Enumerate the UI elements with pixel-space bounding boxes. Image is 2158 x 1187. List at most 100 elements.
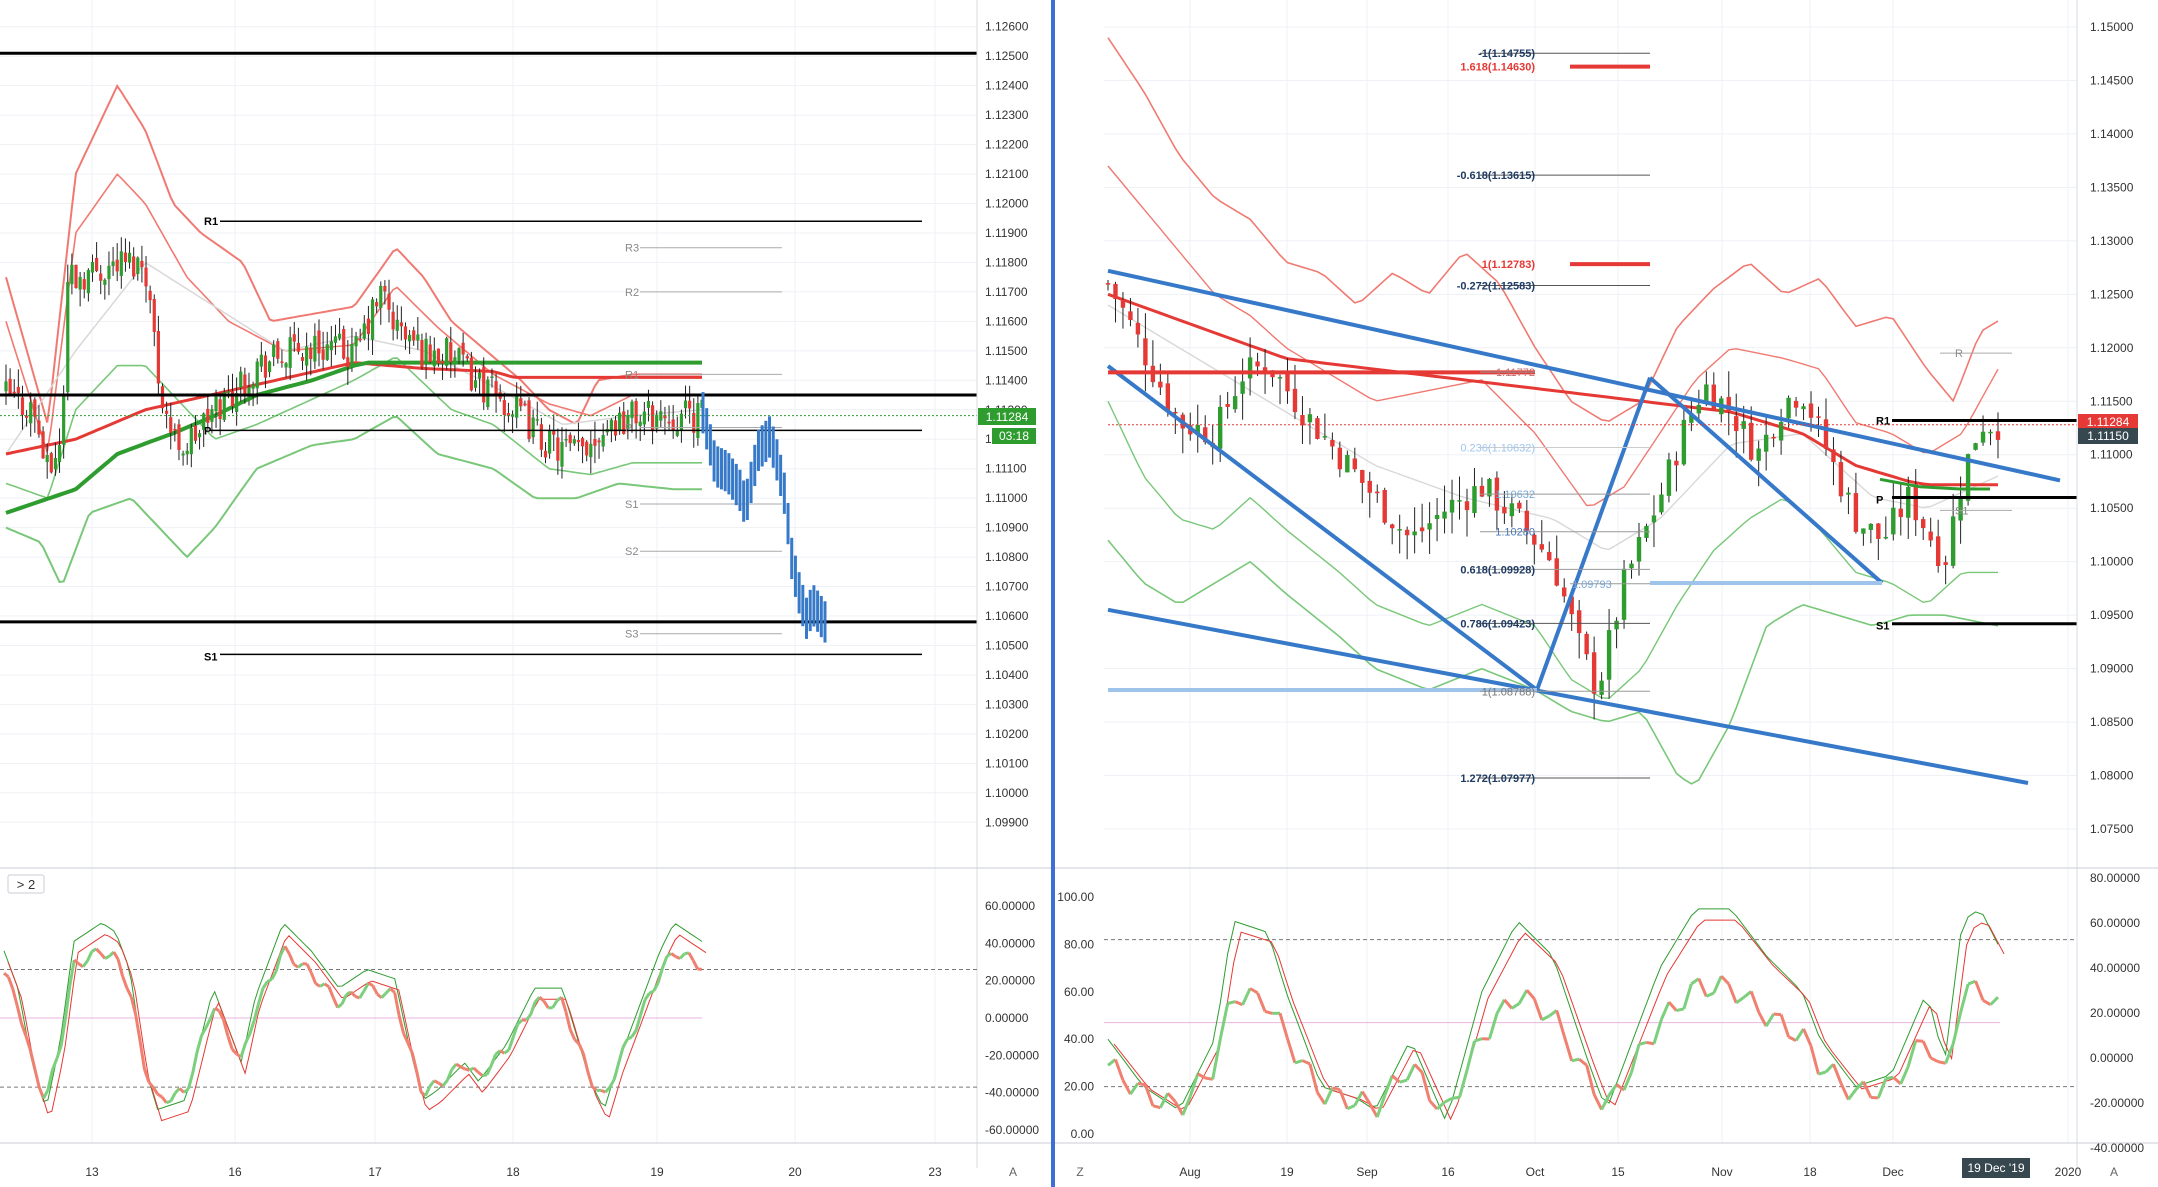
candle-body — [391, 311, 395, 330]
candle-body — [185, 450, 189, 455]
fib-label: 0.618(1.09928) — [1460, 564, 1535, 576]
candle-body — [440, 360, 445, 364]
price-tick: 1.11600 — [985, 314, 1028, 328]
candle-body — [362, 323, 366, 339]
candle-body — [461, 342, 465, 355]
price-tick: 1.10300 — [985, 697, 1029, 711]
candle-body — [127, 252, 132, 263]
price-tick: 1.08000 — [2090, 769, 2134, 783]
candle-body — [276, 341, 280, 359]
candle-body — [95, 257, 99, 272]
candle-body — [1756, 448, 1761, 461]
pivot-label: S3 — [625, 629, 638, 641]
osc-histogram-line — [1676, 1007, 1685, 1013]
candle-body — [90, 261, 95, 273]
candle-body — [1614, 620, 1619, 630]
candle-body — [107, 265, 111, 280]
right-axis-mode-button[interactable]: A — [2110, 1165, 2118, 1179]
left-axis-mode-button[interactable]: A — [1009, 1165, 1017, 1179]
candle-body — [1419, 527, 1425, 532]
candle-body — [1404, 529, 1410, 536]
candle-body — [1464, 501, 1470, 511]
osc-histogram-line — [433, 1079, 440, 1085]
price-tick: 1.10900 — [985, 521, 1029, 535]
osc-tick: 20.00000 — [985, 974, 1035, 988]
osc-tick: -40.00000 — [985, 1086, 1039, 1100]
candle-body — [399, 322, 403, 327]
right-axis-z-button[interactable]: Z — [1076, 1165, 1083, 1179]
osc-right-tick: -20.00000 — [2090, 1096, 2144, 1110]
candle-body — [1128, 311, 1133, 320]
candle-body — [1277, 377, 1283, 379]
candle-body — [1838, 462, 1844, 497]
fib-label: 0.786(1.09423) — [1460, 618, 1535, 630]
candle-body — [1861, 528, 1866, 534]
candle-body — [543, 450, 548, 458]
candle-body — [576, 440, 581, 443]
candle-body — [1576, 610, 1582, 634]
candle-body — [1517, 502, 1522, 509]
candle-body — [428, 344, 432, 363]
time-tick: 19 — [650, 1165, 664, 1179]
candle-body — [1120, 299, 1126, 308]
panel-separator[interactable] — [1051, 0, 1055, 1187]
candle-body — [1636, 537, 1642, 562]
right-price-tag-red-text: 1.11284 — [2087, 415, 2130, 429]
price-tick: 1.12400 — [985, 79, 1029, 93]
candle-body — [1995, 431, 2001, 440]
candle-body — [1823, 419, 1829, 449]
candle-body — [29, 402, 33, 424]
time-tick: 18 — [506, 1165, 520, 1179]
candle-body — [535, 419, 539, 421]
osc-right-tick: 80.00000 — [2090, 871, 2140, 885]
candle-body — [667, 421, 671, 424]
price-tick: 1.12200 — [985, 138, 1029, 152]
osc-histogram-line — [266, 977, 273, 983]
osc-tick: -60.00000 — [985, 1123, 1039, 1137]
candle-body — [1158, 381, 1163, 388]
fib-label: 1.272(1.07977) — [1460, 773, 1535, 785]
candle-body — [1509, 503, 1515, 517]
candle-body — [688, 400, 692, 409]
osc-left-tick: 0.00 — [1071, 1127, 1095, 1141]
small-pivot-label: R — [1955, 348, 1963, 360]
candle-body — [189, 428, 193, 455]
candle-body — [325, 344, 329, 360]
candle-body — [1539, 544, 1544, 550]
candle-body — [1801, 406, 1806, 410]
candle-body — [1831, 449, 1836, 462]
candle-body — [1629, 563, 1634, 569]
candle-body — [66, 281, 70, 393]
candle-body — [375, 302, 379, 307]
candle-body — [337, 333, 342, 339]
fib-label: 1(1.08788) — [1482, 686, 1535, 698]
osc-left-tick: 40.00 — [1064, 1032, 1094, 1046]
candle-body — [1165, 383, 1171, 411]
candle-body — [284, 363, 288, 368]
candle-body — [226, 391, 230, 393]
price-tick: 1.11500 — [985, 344, 1028, 358]
price-tick: 1.12000 — [985, 197, 1029, 211]
candle-body — [453, 357, 457, 365]
candle-body — [165, 410, 169, 414]
candle-body — [1367, 480, 1372, 493]
osc-tick: 60.00000 — [985, 899, 1035, 913]
candle-body — [305, 346, 309, 366]
candle-body — [1337, 447, 1343, 470]
candle-body — [1105, 283, 1111, 285]
candle-body — [1681, 419, 1687, 465]
candle-body — [12, 391, 16, 394]
candle-body — [420, 340, 424, 368]
fib-label: -0.272(1.12583) — [1457, 280, 1536, 292]
candle-body — [239, 371, 243, 388]
candle-body — [601, 434, 605, 447]
candle-body — [370, 299, 375, 340]
right-date-tag-text: 19 Dec '19 — [1968, 1161, 2025, 1175]
price-tick: 1.14000 — [2090, 127, 2134, 141]
candle-body — [144, 267, 148, 287]
candle-body — [379, 285, 383, 308]
osc-histogram-line — [1915, 1039, 1924, 1043]
candle-body — [57, 445, 62, 463]
candle-body — [436, 348, 441, 364]
osc-left-tick: 100.00 — [1057, 890, 1094, 904]
